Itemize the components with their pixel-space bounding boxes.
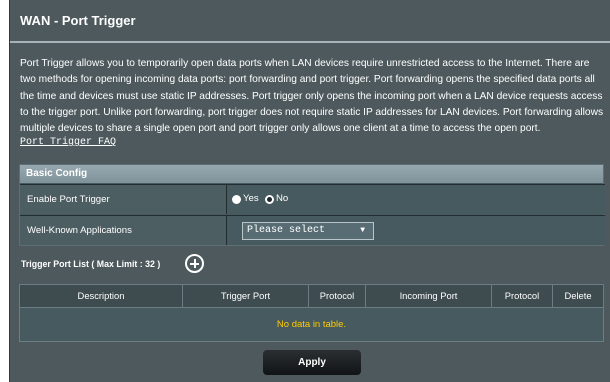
table-empty-message: No data in table. bbox=[20, 307, 603, 341]
table-header: Description Trigger Port Protocol Incomi… bbox=[20, 285, 603, 307]
column-trigger-port: Trigger Port bbox=[183, 285, 309, 307]
well-known-apps-select[interactable]: Please select ▼ bbox=[242, 222, 374, 240]
trigger-port-table: Description Trigger Port Protocol Incomi… bbox=[19, 284, 604, 342]
description-text: Port Trigger allows you to temporarily o… bbox=[20, 58, 604, 135]
basic-config-section: Basic Config Enable Port Trigger Yes No … bbox=[19, 164, 605, 246]
enable-port-trigger-options: Yes No bbox=[228, 185, 605, 214]
column-protocol: Protocol bbox=[309, 285, 366, 307]
main-panel: WAN - Port Trigger Port Trigger allows y… bbox=[9, 0, 610, 382]
trigger-port-list-title: Trigger Port List ( Max Limit : 32 ) bbox=[21, 259, 161, 269]
well-known-apps-value: Please select bbox=[247, 225, 326, 236]
port-trigger-faq-link[interactable]: Port Trigger FAQ bbox=[20, 137, 116, 148]
apply-button[interactable]: Apply bbox=[263, 350, 361, 375]
no-radio-label[interactable]: No bbox=[276, 193, 288, 204]
no-radio[interactable] bbox=[265, 195, 274, 204]
column-description: Description bbox=[20, 285, 183, 307]
yes-radio[interactable] bbox=[232, 195, 241, 204]
well-known-apps-label: Well-Known Applications bbox=[20, 216, 227, 245]
dropdown-arrow-icon: ▼ bbox=[360, 226, 365, 235]
well-known-apps-cell: Please select ▼ bbox=[228, 216, 605, 245]
enable-port-trigger-row: Enable Port Trigger Yes No bbox=[20, 184, 605, 214]
column-incoming-port: Incoming Port bbox=[366, 285, 492, 307]
column-delete: Delete bbox=[564, 290, 592, 301]
well-known-apps-row: Well-Known Applications Please select ▼ bbox=[20, 215, 605, 245]
enable-port-trigger-label: Enable Port Trigger bbox=[20, 185, 227, 214]
yes-radio-label[interactable]: Yes bbox=[243, 193, 259, 204]
basic-config-header: Basic Config bbox=[20, 165, 603, 183]
add-rule-icon[interactable] bbox=[185, 254, 204, 273]
title-divider bbox=[10, 41, 610, 43]
column-protocol-2: Protocol bbox=[492, 285, 553, 307]
page-title: WAN - Port Trigger bbox=[20, 13, 136, 28]
